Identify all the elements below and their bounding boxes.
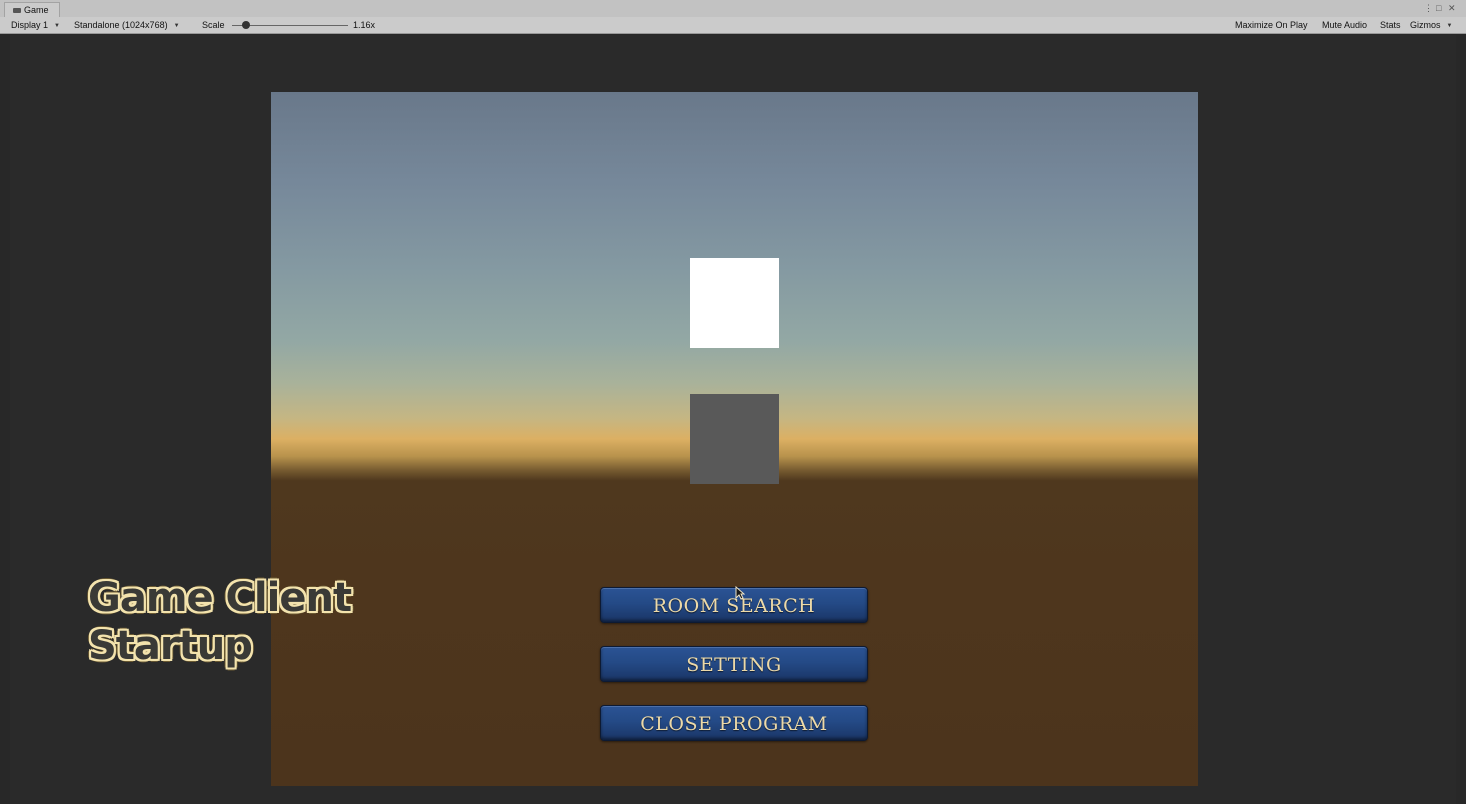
close-program-button[interactable]: CLOSE PROGRAM — [600, 705, 868, 741]
room-search-button[interactable]: ROOM SEARCH — [600, 587, 868, 623]
menu-icon[interactable]: ⋮ — [1424, 2, 1433, 14]
game-view-toolbar: Display 1 ▼ Standalone (1024x768) ▼ Scale … — [0, 17, 1466, 34]
video-caption: Game Client Startup — [88, 574, 352, 670]
scale-value: 1.16x — [353, 20, 376, 30]
resolution-dropdown[interactable]: Standalone (1024x768) ▼ — [74, 17, 180, 33]
display-label: Display 1 — [11, 20, 49, 30]
gamepad-icon — [13, 8, 21, 14]
cursor-icon — [735, 586, 745, 600]
chevron-down-icon: ▼ — [173, 22, 180, 29]
scale-slider-thumb[interactable] — [242, 21, 250, 29]
close-icon[interactable]: ✕ — [1448, 2, 1456, 14]
editor-tab-bar: Game ⋮ □ ✕ — [0, 0, 1466, 17]
game-tab[interactable]: Game — [4, 2, 60, 17]
game-tab-label: Game — [24, 5, 49, 15]
setting-button[interactable]: SETTING — [600, 646, 868, 682]
stats-toggle[interactable]: Stats — [1380, 17, 1401, 33]
maximize-icon[interactable]: □ — [1436, 2, 1441, 14]
resolution-label: Standalone (1024x768) — [74, 20, 168, 30]
gizmos-label: Gizmos — [1410, 20, 1441, 30]
grey-cube — [690, 394, 779, 484]
chevron-down-icon: ▼ — [54, 22, 60, 29]
display-dropdown[interactable]: Display 1 ▼ — [11, 17, 60, 33]
scale-label: Scale — [202, 20, 225, 30]
white-cube — [690, 258, 779, 348]
caption-line-2: Startup — [88, 623, 253, 669]
caption-line-1: Game Client — [88, 575, 352, 621]
mute-audio-toggle[interactable]: Mute Audio — [1322, 17, 1367, 33]
maximize-on-play-toggle[interactable]: Maximize On Play — [1235, 17, 1308, 33]
chevron-down-icon: ▼ — [1446, 22, 1453, 29]
gizmos-dropdown[interactable]: Gizmos ▼ — [1410, 17, 1452, 33]
